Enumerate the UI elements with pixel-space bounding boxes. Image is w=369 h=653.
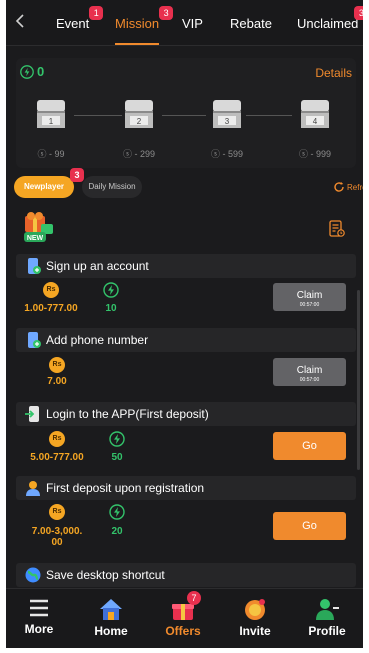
invite-coins-icon xyxy=(245,599,265,620)
mission-reward-points: 20 xyxy=(111,526,123,537)
tab-unclaimed-badge: 3 xyxy=(354,6,363,20)
app-screen: Event 1 Mission 3 VIP Rebate Unclaimed 3 0 … xyxy=(6,0,363,648)
chest-2-icon[interactable]: 2 xyxy=(122,96,156,132)
tab-event-badge: 1 xyxy=(89,6,104,20)
top-tab-bar: Event 1 Mission 3 VIP Rebate Unclaimed 3 xyxy=(6,0,363,46)
chest-3-number: 3 xyxy=(225,117,230,126)
tab-event[interactable]: Event 1 xyxy=(56,6,104,32)
record-document-icon[interactable] xyxy=(329,220,345,238)
claim-button[interactable]: Claim 00:57:00 xyxy=(273,358,346,386)
mission-reward-amount: 1.00-777.00 xyxy=(24,303,78,314)
home-icon xyxy=(100,599,122,620)
phone-plus-icon xyxy=(24,331,42,349)
mission-header-login: Login to the APP(First deposit) xyxy=(16,402,356,426)
bolt-counter: 0 xyxy=(20,64,44,79)
nav-invite[interactable]: Invite xyxy=(230,597,280,638)
mission-header-shortcut: Save desktop shortcut xyxy=(16,563,356,587)
daily-mission-filter-pill[interactable]: Daily Mission xyxy=(82,176,142,198)
bolt-icon xyxy=(103,282,119,298)
mission-title: First deposit upon registration xyxy=(46,481,205,495)
mission-title: Login to the APP(First deposit) xyxy=(46,407,209,421)
bolt-icon xyxy=(109,431,125,447)
rupee-coin-icon: Rs xyxy=(43,282,59,298)
profile-icon xyxy=(316,599,339,620)
claim-timer: 00:57:00 xyxy=(299,302,320,308)
chest-3-icon[interactable]: 3 xyxy=(210,96,244,132)
globe-icon xyxy=(24,566,42,584)
nav-home[interactable]: Home xyxy=(86,597,136,638)
newplayer-badge: 3 xyxy=(70,168,84,182)
bolt-count-value: 0 xyxy=(37,64,45,79)
tab-unclaimed[interactable]: Unclaimed 3 xyxy=(297,6,363,32)
mission-reward-amount: 5.00-777.00 xyxy=(30,452,84,463)
refresh-button[interactable]: Refresh xyxy=(333,181,363,193)
tab-vip[interactable]: VIP xyxy=(182,16,203,32)
phone-user-icon xyxy=(24,257,42,275)
go-button[interactable]: Go xyxy=(273,432,346,460)
nav-more[interactable]: More xyxy=(14,597,64,636)
rupee-coin-icon: Rs xyxy=(49,431,65,447)
chest-4-icon[interactable]: 4 xyxy=(298,96,332,132)
mission-reward-points: 50 xyxy=(111,452,123,463)
claim-timer: 00:57:00 xyxy=(299,377,320,383)
back-arrow-icon[interactable] xyxy=(14,13,30,33)
active-tab-indicator xyxy=(115,43,159,45)
go-button[interactable]: Go xyxy=(273,512,346,540)
chest-2-number: 2 xyxy=(137,117,142,126)
mission-header-phone: Add phone number xyxy=(16,328,356,352)
mission-title: Add phone number xyxy=(46,333,149,347)
mission-title: Save desktop shortcut xyxy=(46,568,165,582)
refresh-icon xyxy=(334,182,344,192)
rupee-coin-icon: Rs xyxy=(49,504,65,520)
details-link[interactable]: Details xyxy=(315,66,352,80)
tab-rebate[interactable]: Rebate xyxy=(230,16,272,32)
new-gift-icon: NEW xyxy=(21,210,57,244)
mission-header-first-deposit: First deposit upon registration xyxy=(16,476,356,500)
bolt-icon xyxy=(109,504,125,520)
tab-mission-badge: 3 xyxy=(159,6,174,20)
claim-button[interactable]: Claim 00:57:00 xyxy=(273,283,346,311)
mission-reward-points: 10 xyxy=(105,303,117,314)
offers-badge: 7 xyxy=(187,591,201,605)
chest-4-number: 4 xyxy=(313,117,318,126)
progress-connector xyxy=(74,115,122,116)
progress-connector xyxy=(162,115,206,116)
deposit-user-icon xyxy=(24,479,42,497)
chest-4-requirement: ⓢ - 999 xyxy=(298,149,332,159)
chest-3-requirement: ⓢ - 599 xyxy=(210,149,244,159)
bottom-navigation: More Home 7 Offers Invite Profile xyxy=(6,588,363,648)
menu-icon xyxy=(30,599,48,617)
login-app-icon xyxy=(24,405,42,423)
progress-connector xyxy=(246,115,292,116)
bolt-icon xyxy=(20,64,34,79)
newplayer-filter-pill[interactable]: Newplayer 3 xyxy=(14,168,84,198)
svg-text:NEW: NEW xyxy=(27,235,44,242)
mission-reward-amount: 7.00-3,000. 00 xyxy=(31,526,83,548)
scrollbar[interactable] xyxy=(357,290,360,470)
nav-profile[interactable]: Profile xyxy=(302,597,352,638)
nav-offers[interactable]: 7 Offers xyxy=(158,591,208,638)
rupee-coin-icon: Rs xyxy=(49,357,65,373)
tab-mission[interactable]: Mission 3 xyxy=(115,6,174,32)
chest-2-requirement: ⓢ - 299 xyxy=(122,149,156,159)
chest-1-number: 1 xyxy=(49,117,54,126)
mission-reward-amount: 7.00 xyxy=(47,376,67,387)
mission-header-signup: Sign up an account xyxy=(16,254,356,278)
chest-1-requirement: ⓢ - 99 xyxy=(37,149,65,159)
chest-1-icon[interactable]: 1 xyxy=(34,96,68,132)
mission-title: Sign up an account xyxy=(46,259,149,273)
